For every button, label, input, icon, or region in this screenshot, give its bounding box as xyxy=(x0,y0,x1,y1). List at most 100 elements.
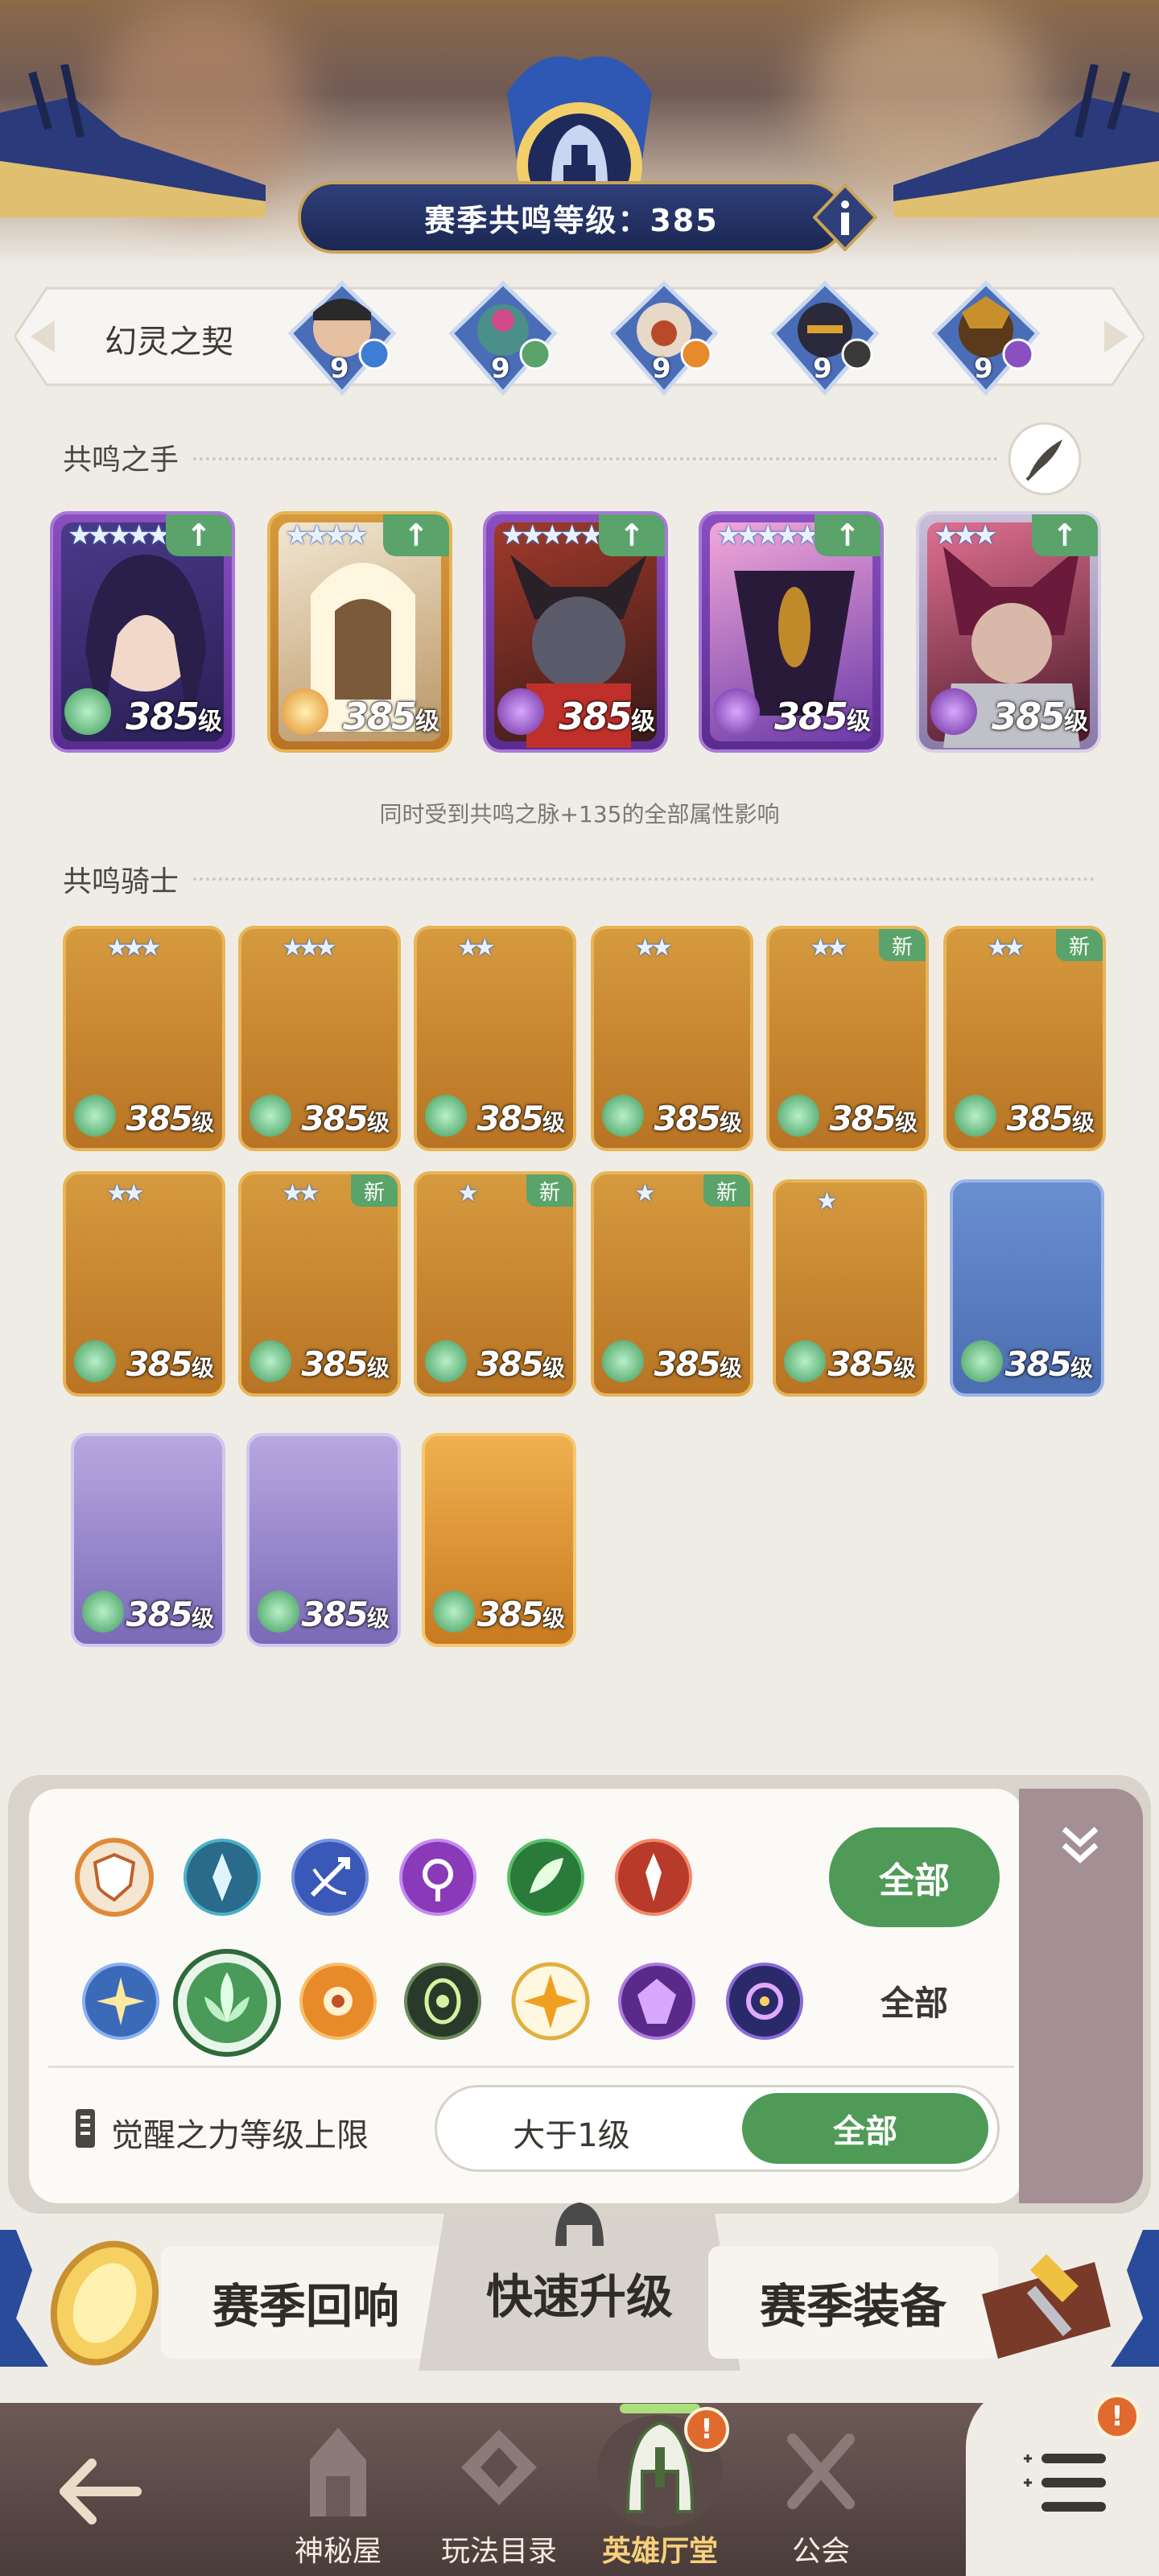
info-icon[interactable] xyxy=(813,184,877,251)
class-mage-icon[interactable] xyxy=(398,1837,478,1918)
season-resonance-level: 赛季共鸣等级：385 xyxy=(298,181,845,254)
knight-hero-card[interactable]: ★★ 新 385级 xyxy=(238,1171,401,1397)
star-rating: ★★ xyxy=(987,934,1025,962)
hero-level: 385级 xyxy=(654,1344,742,1384)
awakening-all-button[interactable]: 全部 xyxy=(742,2093,988,2164)
class-assassin-icon[interactable] xyxy=(613,1837,694,1918)
nav-mystery-shop[interactable]: 神秘屋 xyxy=(258,2415,419,2576)
class-support-icon[interactable] xyxy=(505,1837,586,1918)
hand-hero-card[interactable]: ★★★★★ ↑ 385级 xyxy=(699,511,884,753)
hero-level: 385级 xyxy=(301,1099,390,1138)
faction-emblem-icon xyxy=(425,1340,467,1382)
awakening-level-label: 觉醒之力等级上限 xyxy=(111,2117,369,2154)
hand-hero-card[interactable]: ★★★★★ ↑ 385级 xyxy=(50,511,235,753)
knight-hero-card[interactable]: ★★ 新 385级 xyxy=(943,926,1106,1151)
knight-hero-card[interactable]: ★★ 385级 xyxy=(591,926,753,1151)
hero-level: 385级 xyxy=(1006,1099,1095,1138)
left-wing-ornament xyxy=(0,64,266,217)
faction-celestial-icon[interactable] xyxy=(510,1961,591,2041)
knight-hero-card[interactable]: 385级 xyxy=(71,1433,225,1647)
star-rating: ★ xyxy=(457,1179,479,1208)
class-warrior-icon[interactable] xyxy=(182,1837,262,1918)
contract-slot[interactable]: 9 xyxy=(769,280,881,409)
knight-hero-card[interactable]: 385级 xyxy=(422,1433,576,1647)
contract-slot-level: 9 xyxy=(974,353,993,385)
star-rating: ★★ xyxy=(106,1179,145,1208)
knight-hero-card[interactable]: 385级 xyxy=(950,1179,1104,1397)
tab-season-gear[interactable]: 赛季装备 xyxy=(708,2246,998,2359)
star-rating: ★★ xyxy=(282,1179,320,1208)
hand-hero-card[interactable]: ★★★★ ↑ 385级 xyxy=(267,511,452,753)
knight-hero-card[interactable]: ★★★ 385级 xyxy=(238,926,401,1151)
star-rating: ★★★★★ xyxy=(716,519,819,551)
tab-season-echo[interactable]: 赛季回响 xyxy=(161,2246,451,2359)
hero-level: 385级 xyxy=(126,1099,214,1138)
knight-hero-card[interactable]: ★★ 385级 xyxy=(63,1171,225,1397)
divider xyxy=(193,877,1095,881)
knight-hero-card[interactable]: ★★ 新 385级 xyxy=(766,926,929,1151)
star-rating: ★★ xyxy=(457,934,496,962)
hero-level: 385级 xyxy=(126,1344,214,1384)
new-tag: 新 xyxy=(703,1174,750,1207)
hand-hero-card[interactable]: ★★★ ↑ 385级 xyxy=(916,511,1101,753)
game-modes-icon xyxy=(461,2429,537,2505)
hero-level: 385级 xyxy=(827,1344,916,1384)
knight-hero-card[interactable]: ★★ 385级 xyxy=(414,926,576,1151)
back-arrow-icon[interactable] xyxy=(56,2455,145,2528)
divider xyxy=(48,2066,1014,2068)
contract-slot[interactable]: 9 xyxy=(930,280,1042,409)
faction-wilder-icon-selected[interactable] xyxy=(172,1948,282,2058)
hand-note: 同时受到共鸣之脉+135的全部属性影响 xyxy=(379,801,780,828)
faction-emblem-icon xyxy=(961,1340,1003,1382)
class-tank-icon[interactable] xyxy=(74,1837,155,1918)
faction-hypogean-icon[interactable] xyxy=(617,1961,697,2041)
contract-slot-level: 9 xyxy=(813,353,832,385)
nav-guild[interactable]: 公会 xyxy=(740,2415,901,2576)
knight-hero-card[interactable]: 385级 xyxy=(246,1433,401,1647)
hand-hero-card[interactable]: ★★★★★ ↑ 385级 xyxy=(483,511,668,753)
faction-emblem-icon xyxy=(258,1591,299,1633)
awakening-greater-than-1[interactable]: 大于1级 xyxy=(451,2109,692,2156)
menu-alert-badge: ! xyxy=(1095,2394,1140,2439)
class-ranger-icon[interactable] xyxy=(290,1837,370,1918)
season-gear-icon xyxy=(982,2254,1111,2359)
contract-slot[interactable]: 9 xyxy=(286,280,398,409)
faction-dimensional-icon[interactable] xyxy=(724,1961,805,2041)
faction-graveborn-icon[interactable] xyxy=(402,1961,483,2041)
upgrade-arrow-icon: ↑ xyxy=(599,514,665,556)
knight-hero-card[interactable]: ★ 新 385级 xyxy=(414,1171,576,1397)
faction-emblem-icon xyxy=(955,1095,996,1137)
faction-lightbearer-icon[interactable] xyxy=(80,1961,161,2041)
knight-hero-card[interactable]: ★ 新 385级 xyxy=(591,1171,753,1397)
knight-hero-card[interactable]: ★ 385级 xyxy=(773,1179,927,1397)
new-tag: 新 xyxy=(351,1174,398,1207)
faction-filter-all[interactable]: 全部 xyxy=(829,1976,1000,2025)
right-wing-ornament xyxy=(893,64,1159,217)
nav-game-modes[interactable]: 玩法目录 xyxy=(419,2415,580,2576)
knight-hero-card[interactable]: ★★★ 385级 xyxy=(63,926,225,1151)
hero-level: 385级 xyxy=(301,1595,390,1634)
upgrade-arrow-icon: ↑ xyxy=(1032,514,1098,556)
quill-icon[interactable] xyxy=(1006,420,1083,497)
contract-slot[interactable]: 9 xyxy=(608,280,720,409)
star-rating: ★★★★ xyxy=(285,519,369,551)
collapse-panel-button[interactable] xyxy=(1019,1789,1143,2203)
contract-label: 幻灵之契 xyxy=(105,324,233,361)
hero-level: 385级 xyxy=(476,1595,565,1634)
upgrade-arrow-icon: ↑ xyxy=(166,514,232,556)
hero-level: 385级 xyxy=(301,1344,390,1384)
menu-button[interactable]: ! xyxy=(966,2383,1159,2576)
star-rating: ★★★ xyxy=(282,934,337,962)
faction-emblem-icon xyxy=(250,1095,291,1137)
faction-mauler-icon[interactable] xyxy=(298,1961,378,2041)
class-filter-all-button[interactable]: 全部 xyxy=(829,1827,1000,1927)
section-title-knights: 共鸣骑士 xyxy=(63,865,179,898)
hero-level: 385级 xyxy=(558,695,655,738)
contract-slot-level: 9 xyxy=(330,353,349,385)
faction-emblem-icon xyxy=(250,1340,291,1382)
nav-hero-hall[interactable]: ! 英雄厅堂 xyxy=(580,2399,740,2576)
contract-slot[interactable]: 9 xyxy=(447,280,559,409)
new-tag: 新 xyxy=(879,929,926,961)
faction-emblem-icon xyxy=(74,1340,116,1382)
star-rating: ★★ xyxy=(634,934,673,962)
